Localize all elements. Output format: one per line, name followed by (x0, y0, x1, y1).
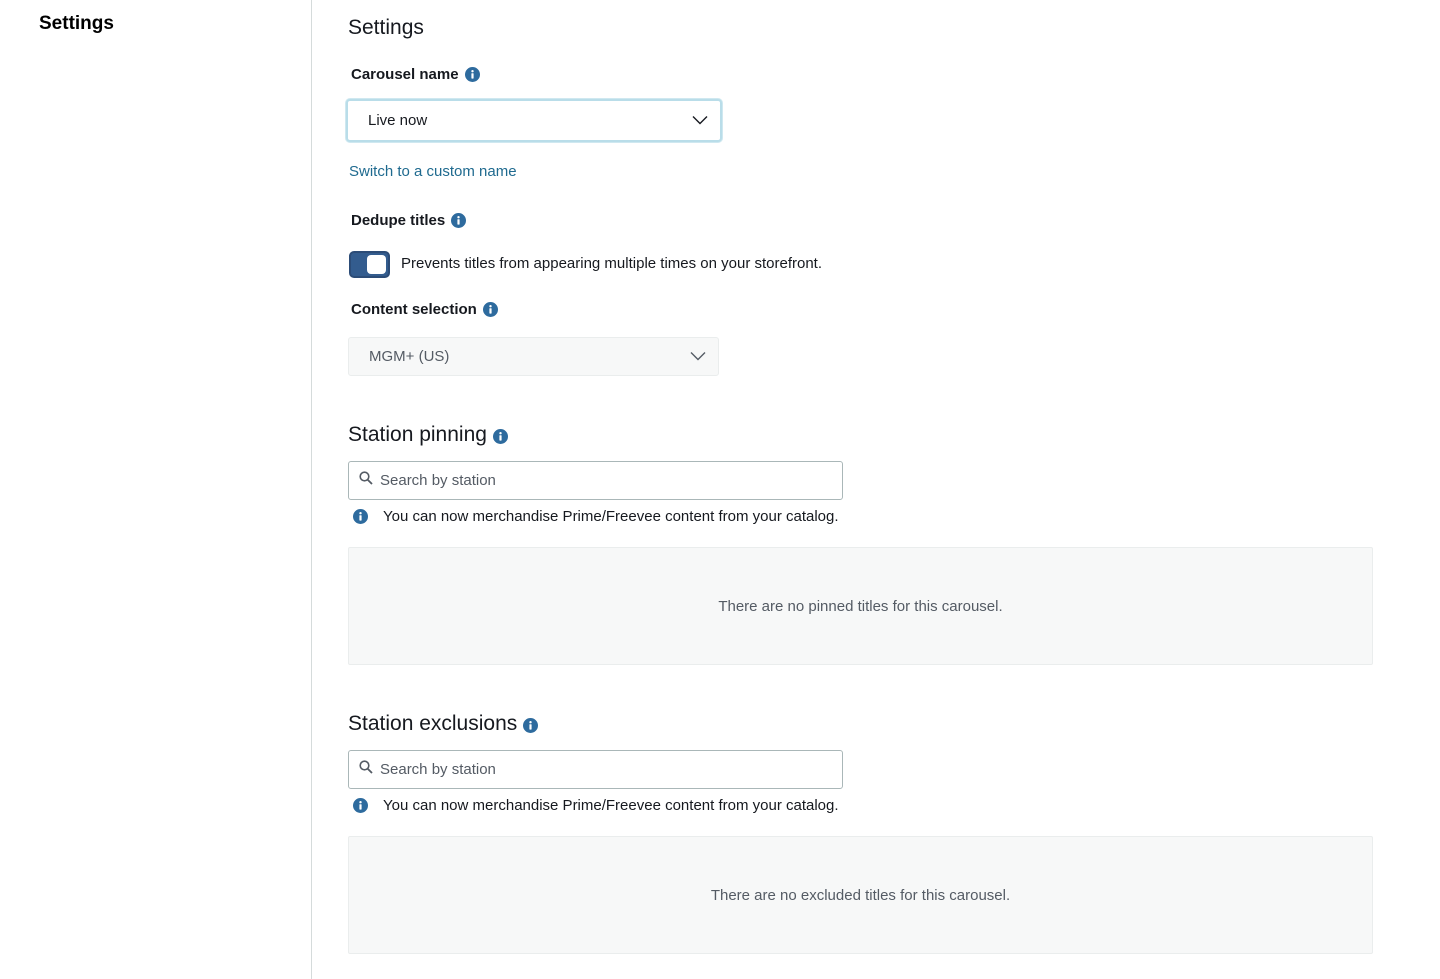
main-content: Settings Carousel name Live now Switch t… (312, 0, 1440, 979)
dedupe-description: Prevents titles from appearing multiple … (401, 255, 823, 272)
excluded-titles-empty-state: There are no excluded titles for this ca… (348, 836, 1373, 954)
page-title: Settings (348, 16, 424, 39)
switch-to-custom-name-link[interactable]: Switch to a custom name (349, 163, 517, 180)
toggle-knob (367, 255, 386, 274)
content-selection-value: MGM+ (US) (369, 348, 450, 365)
station-pinning-search-input[interactable] (380, 472, 820, 489)
content-selection-label: Content selection (351, 301, 498, 318)
info-icon (353, 798, 368, 813)
station-pinning-hint-text: You can now merchandise Prime/Freevee co… (383, 508, 839, 525)
search-icon (359, 471, 373, 490)
station-exclusions-hint-text: You can now merchandise Prime/Freevee co… (383, 797, 839, 814)
station-pinning-hint: You can now merchandise Prime/Freevee co… (353, 508, 839, 525)
station-exclusions-search-input[interactable] (380, 761, 820, 778)
dedupe-toggle[interactable] (349, 251, 390, 278)
search-icon (359, 760, 373, 779)
station-pinning-heading: Station pinning (348, 423, 508, 447)
station-pinning-title: Station pinning (348, 423, 487, 446)
content-selection-select[interactable]: MGM+ (US) (348, 337, 719, 376)
station-exclusions-hint: You can now merchandise Prime/Freevee co… (353, 797, 839, 814)
dedupe-titles-label: Dedupe titles (351, 212, 467, 229)
carousel-name-value: Live now (368, 112, 428, 129)
sidebar-title: Settings (39, 13, 114, 34)
station-exclusions-heading: Station exclusions (348, 712, 539, 736)
carousel-name-select[interactable]: Live now (346, 99, 722, 142)
dedupe-titles-label-text: Dedupe titles (351, 212, 446, 229)
station-pinning-search[interactable] (348, 461, 843, 500)
info-icon[interactable] (464, 67, 480, 82)
station-exclusions-title: Station exclusions (348, 712, 518, 735)
chevron-down-icon (690, 348, 706, 365)
info-icon (353, 509, 368, 524)
station-exclusions-search[interactable] (348, 750, 843, 789)
pinned-titles-empty-state: There are no pinned titles for this caro… (348, 547, 1373, 665)
carousel-name-label-text: Carousel name (351, 66, 459, 83)
info-icon[interactable] (482, 302, 498, 317)
info-icon[interactable] (523, 718, 539, 733)
content-selection-label-text: Content selection (351, 301, 477, 318)
excluded-titles-empty-text: There are no excluded titles for this ca… (710, 886, 1011, 904)
chevron-down-icon (692, 112, 708, 129)
info-icon[interactable] (492, 429, 508, 444)
sidebar: Settings (0, 0, 312, 979)
pinned-titles-empty-text: There are no pinned titles for this caro… (718, 597, 1003, 615)
carousel-name-label: Carousel name (351, 66, 480, 83)
info-icon[interactable] (451, 213, 467, 228)
